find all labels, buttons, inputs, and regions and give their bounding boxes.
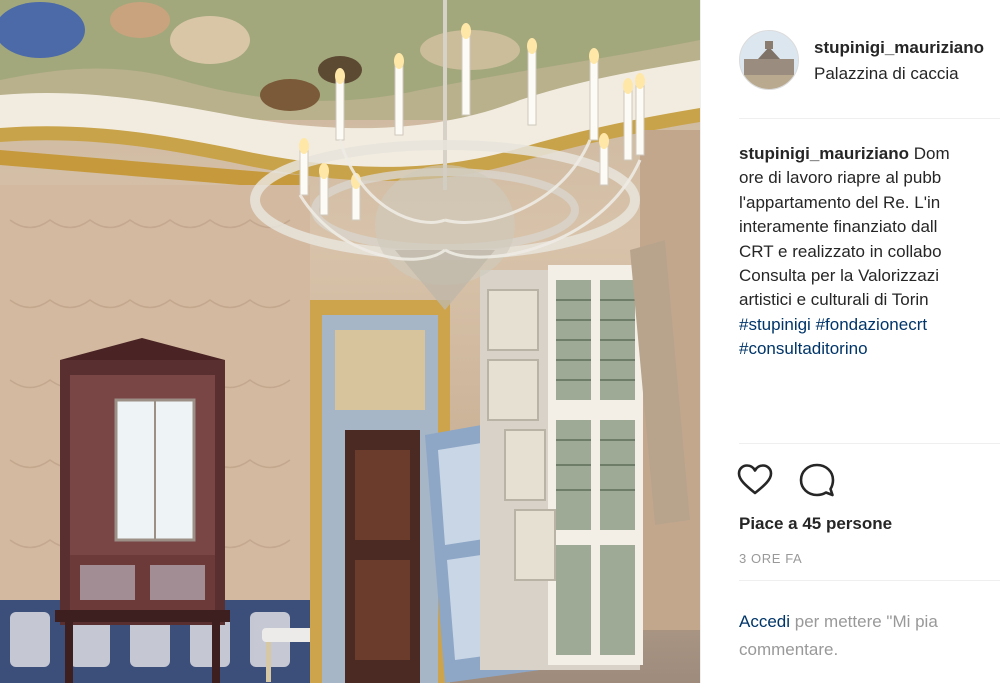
hashtag-link[interactable]: #consultaditorino [739, 339, 868, 358]
post-caption: stupinigi_mauriziano Dom ore di lavoro r… [739, 142, 1000, 362]
login-line: Accedi per mettere "Mi pia [739, 608, 1000, 636]
hashtag-link[interactable]: #stupinigi [739, 315, 811, 334]
post-details-panel: stupinigi_mauriziano Palazzina di caccia… [700, 0, 1000, 683]
header-divider [739, 118, 1000, 119]
caption-line: ore di lavoro riapre al pubb [739, 168, 942, 188]
likes-count[interactable]: Piace a 45 persone [739, 514, 892, 534]
author-avatar[interactable] [739, 30, 799, 90]
caption-line: #stupinigi #fondazionecrt [739, 313, 1000, 337]
caption-line: stupinigi_mauriziano Dom [739, 142, 1000, 166]
post-location-link[interactable]: Palazzina di caccia [814, 64, 959, 84]
post-timestamp[interactable]: 3 ORE FA [739, 551, 802, 566]
author-username-link[interactable]: stupinigi_mauriziano [814, 38, 984, 58]
hashtag-link[interactable]: #fondazionecrt [816, 315, 928, 334]
login-prompt: Accedi per mettere "Mi pia commentare. [739, 608, 1000, 664]
post-photo[interactable] [0, 0, 700, 683]
post-header: stupinigi_mauriziano Palazzina di caccia [701, 0, 1000, 118]
palace-avatar-image [740, 31, 798, 89]
caption-author-link[interactable]: stupinigi_mauriziano [739, 144, 909, 163]
actions-divider [739, 443, 1000, 444]
caption-text: Dom [913, 144, 950, 163]
login-divider [739, 580, 1000, 581]
comment-icon[interactable] [799, 462, 835, 498]
login-link[interactable]: Accedi [739, 612, 790, 631]
caption-line: l'appartamento del Re. L'in [739, 192, 941, 212]
login-text: per mettere "Mi pia [790, 612, 938, 631]
heart-icon[interactable] [737, 462, 773, 498]
caption-line: CRT e realizzato in collabo [739, 241, 942, 261]
caption-line: interamente finanziato dall [739, 217, 938, 237]
caption-line: #consultaditorino [739, 337, 1000, 361]
login-line-2: commentare. [739, 640, 839, 659]
caption-line: artistici e culturali di Torin [739, 290, 929, 310]
caption-line: Consulta per la Valorizzazi [739, 266, 939, 286]
palace-interior-image [0, 0, 700, 683]
